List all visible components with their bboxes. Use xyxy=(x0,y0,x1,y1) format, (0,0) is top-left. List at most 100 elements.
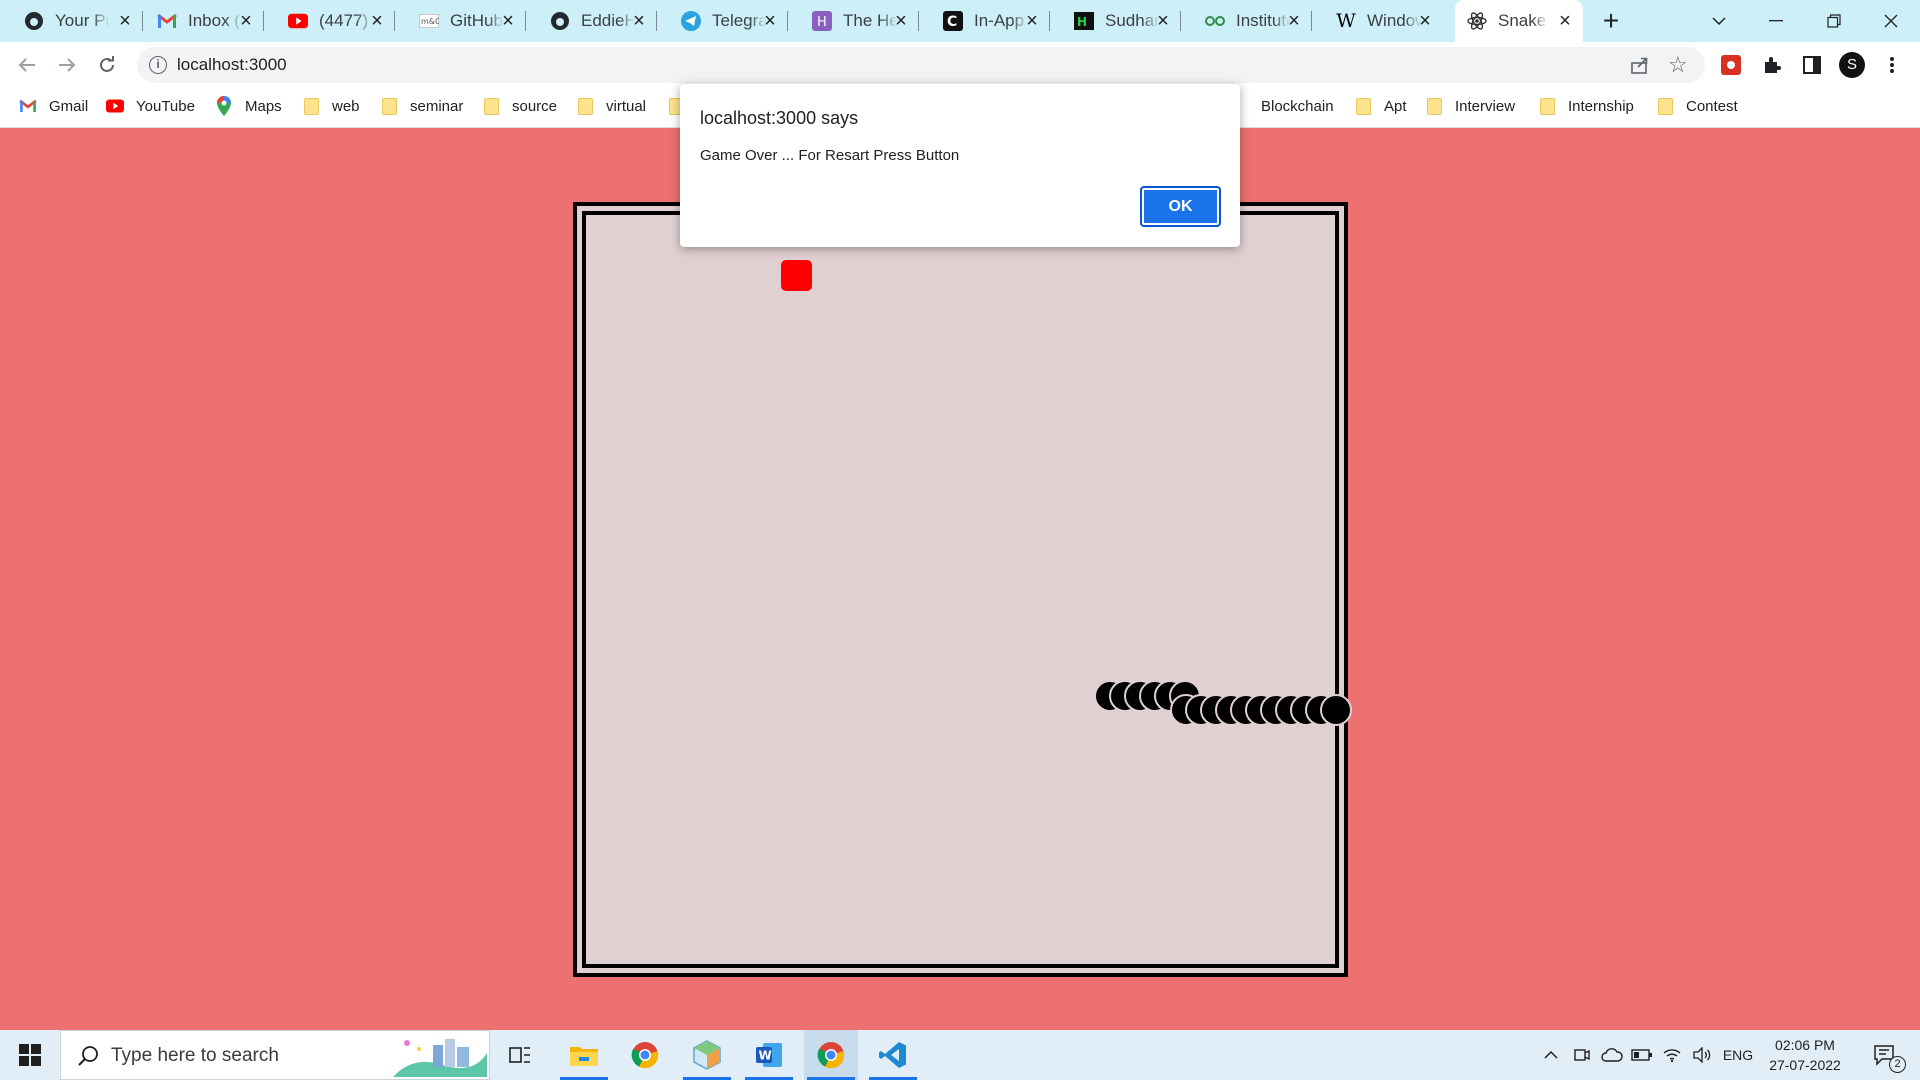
side-panel-icon[interactable] xyxy=(1797,50,1827,80)
gmail-icon xyxy=(157,11,177,31)
game-board-inner-border xyxy=(582,211,1339,968)
clock[interactable]: 02:06 PM 27-07-2022 xyxy=(1760,1035,1850,1075)
url-text[interactable]: localhost:3000 xyxy=(177,47,287,83)
close-icon[interactable]: × xyxy=(1284,11,1304,31)
windows-start-icon[interactable] xyxy=(0,1030,60,1080)
close-icon[interactable]: × xyxy=(1153,11,1173,31)
language-indicator[interactable]: ENG xyxy=(1718,1030,1758,1080)
close-icon[interactable]: × xyxy=(629,11,649,31)
tab-windows[interactable]: W Windows × xyxy=(1312,0,1443,42)
tab-your-profile[interactable]: Your Profile × xyxy=(0,0,143,42)
battery-icon[interactable] xyxy=(1628,1030,1656,1080)
close-icon[interactable]: × xyxy=(115,11,135,31)
meet-now-icon[interactable] xyxy=(1568,1030,1596,1080)
close-icon[interactable]: × xyxy=(1555,11,1575,31)
address-bar[interactable]: i localhost:3000 ☆ xyxy=(137,47,1705,83)
svg-text:m&G: m&G xyxy=(421,17,439,26)
folder-icon xyxy=(302,97,320,115)
chrome-icon[interactable] xyxy=(618,1030,672,1080)
tab-in-app[interactable]: C In-App × xyxy=(919,0,1050,42)
extension-red-icon[interactable] xyxy=(1716,50,1746,80)
menu-kebab-icon[interactable] xyxy=(1877,50,1907,80)
bookmark-folder-web[interactable]: web xyxy=(302,88,360,124)
bookmark-folder-contest[interactable]: Contest xyxy=(1656,88,1738,124)
volume-icon[interactable] xyxy=(1688,1030,1716,1080)
tab-label: Inbox (6 xyxy=(188,11,242,30)
tab-eddiehub[interactable]: EddieHub × xyxy=(526,0,657,42)
tray-chevron-up-icon[interactable] xyxy=(1536,1030,1566,1080)
chrome-active-icon[interactable] xyxy=(804,1030,858,1080)
notification-center-icon[interactable]: 2 xyxy=(1862,1030,1908,1080)
tab-snake-game[interactable]: Snake Game × xyxy=(1455,0,1583,42)
bookmark-label: Apt xyxy=(1384,97,1407,115)
puzzle-icon[interactable] xyxy=(1757,50,1787,80)
task-view-icon[interactable] xyxy=(493,1030,547,1080)
wifi-icon[interactable] xyxy=(1658,1030,1686,1080)
file-explorer-icon[interactable] xyxy=(557,1030,611,1080)
ok-button[interactable]: OK xyxy=(1140,186,1221,227)
close-window-icon[interactable] xyxy=(1862,0,1920,42)
minimize-icon[interactable] xyxy=(1747,0,1805,42)
word-icon[interactable]: W xyxy=(742,1030,796,1080)
reload-icon[interactable] xyxy=(92,50,122,80)
tab-github[interactable]: m&G GitHub × xyxy=(395,0,526,42)
hexagon-app-icon[interactable] xyxy=(680,1030,734,1080)
bookmark-star-icon[interactable]: ☆ xyxy=(1668,52,1688,78)
bookmark-folder-interview[interactable]: Interview xyxy=(1425,88,1515,124)
tab-institute[interactable]: Institute × xyxy=(1181,0,1312,42)
bookmark-folder-apt[interactable]: Apt xyxy=(1354,88,1407,124)
tab-sudharsan[interactable]: H Sudharsan × xyxy=(1050,0,1181,42)
bookmark-folder-internship[interactable]: Internship xyxy=(1538,88,1634,124)
close-icon[interactable]: × xyxy=(760,11,780,31)
close-icon[interactable]: × xyxy=(891,11,911,31)
taskbar-search-box[interactable]: Type here to search xyxy=(60,1030,490,1080)
bookmark-label: Internship xyxy=(1568,97,1634,115)
close-icon[interactable]: × xyxy=(236,11,256,31)
tab-search-chevron-icon[interactable] xyxy=(1690,0,1748,42)
profile-avatar[interactable]: S xyxy=(1837,50,1867,80)
folder-icon xyxy=(1354,97,1372,115)
new-tab-button[interactable]: + xyxy=(1596,6,1626,36)
bookmark-folder-blockchain[interactable]: Blockchain xyxy=(1231,88,1334,124)
search-highlight-illustration xyxy=(393,1035,487,1080)
bookmark-youtube[interactable]: YouTube xyxy=(106,88,195,124)
close-icon[interactable]: × xyxy=(1022,11,1042,31)
bookmark-folder-source[interactable]: source xyxy=(482,88,557,124)
folder-icon xyxy=(1538,97,1556,115)
restore-icon[interactable] xyxy=(1805,0,1863,42)
notification-count-badge: 2 xyxy=(1889,1056,1906,1073)
maps-icon xyxy=(215,96,233,116)
close-icon[interactable]: × xyxy=(1415,11,1435,31)
clock-time: 02:06 PM xyxy=(1775,1037,1835,1053)
onedrive-icon[interactable] xyxy=(1598,1030,1626,1080)
youtube-icon xyxy=(288,11,308,31)
tab-youtube[interactable]: (4477) YouTube × xyxy=(264,0,395,42)
vscode-icon[interactable] xyxy=(866,1030,920,1080)
close-icon[interactable]: × xyxy=(367,11,387,31)
info-icon[interactable]: i xyxy=(149,56,167,74)
svg-text:W: W xyxy=(759,1049,772,1063)
mg-icon: m&G xyxy=(419,11,439,31)
tab-label: Your Profile xyxy=(55,11,109,30)
forward-arrow-icon[interactable] xyxy=(52,50,82,80)
search-icon xyxy=(77,1045,99,1072)
close-icon[interactable]: × xyxy=(498,11,518,31)
bookmark-label: Blockchain xyxy=(1261,97,1334,115)
back-arrow-icon[interactable] xyxy=(12,50,42,80)
windows-taskbar: Type here to search W ENG 02:06 PM 27-07… xyxy=(0,1030,1920,1080)
bookmark-folder-seminar[interactable]: seminar xyxy=(380,88,463,124)
tab-inbox[interactable]: Inbox (6 × xyxy=(133,0,264,42)
share-icon[interactable] xyxy=(1630,55,1650,80)
browser-toolbar: i localhost:3000 ☆ S xyxy=(0,42,1920,88)
tab-label: (4477) YouTube xyxy=(319,11,373,30)
tab-the-hero[interactable]: H The Hero × xyxy=(788,0,919,42)
svg-text:H: H xyxy=(1077,15,1087,29)
tab-label: Telegram xyxy=(712,11,766,30)
bookmark-label: Gmail xyxy=(49,97,89,115)
profile-initial: S xyxy=(1839,52,1865,78)
tab-telegram[interactable]: Telegram × xyxy=(657,0,788,42)
bookmark-folder-virtual[interactable]: virtual xyxy=(576,88,646,124)
bookmark-maps[interactable]: Maps xyxy=(215,88,282,124)
tab-label: In-App xyxy=(974,11,1025,30)
bookmark-gmail[interactable]: Gmail xyxy=(19,88,88,124)
